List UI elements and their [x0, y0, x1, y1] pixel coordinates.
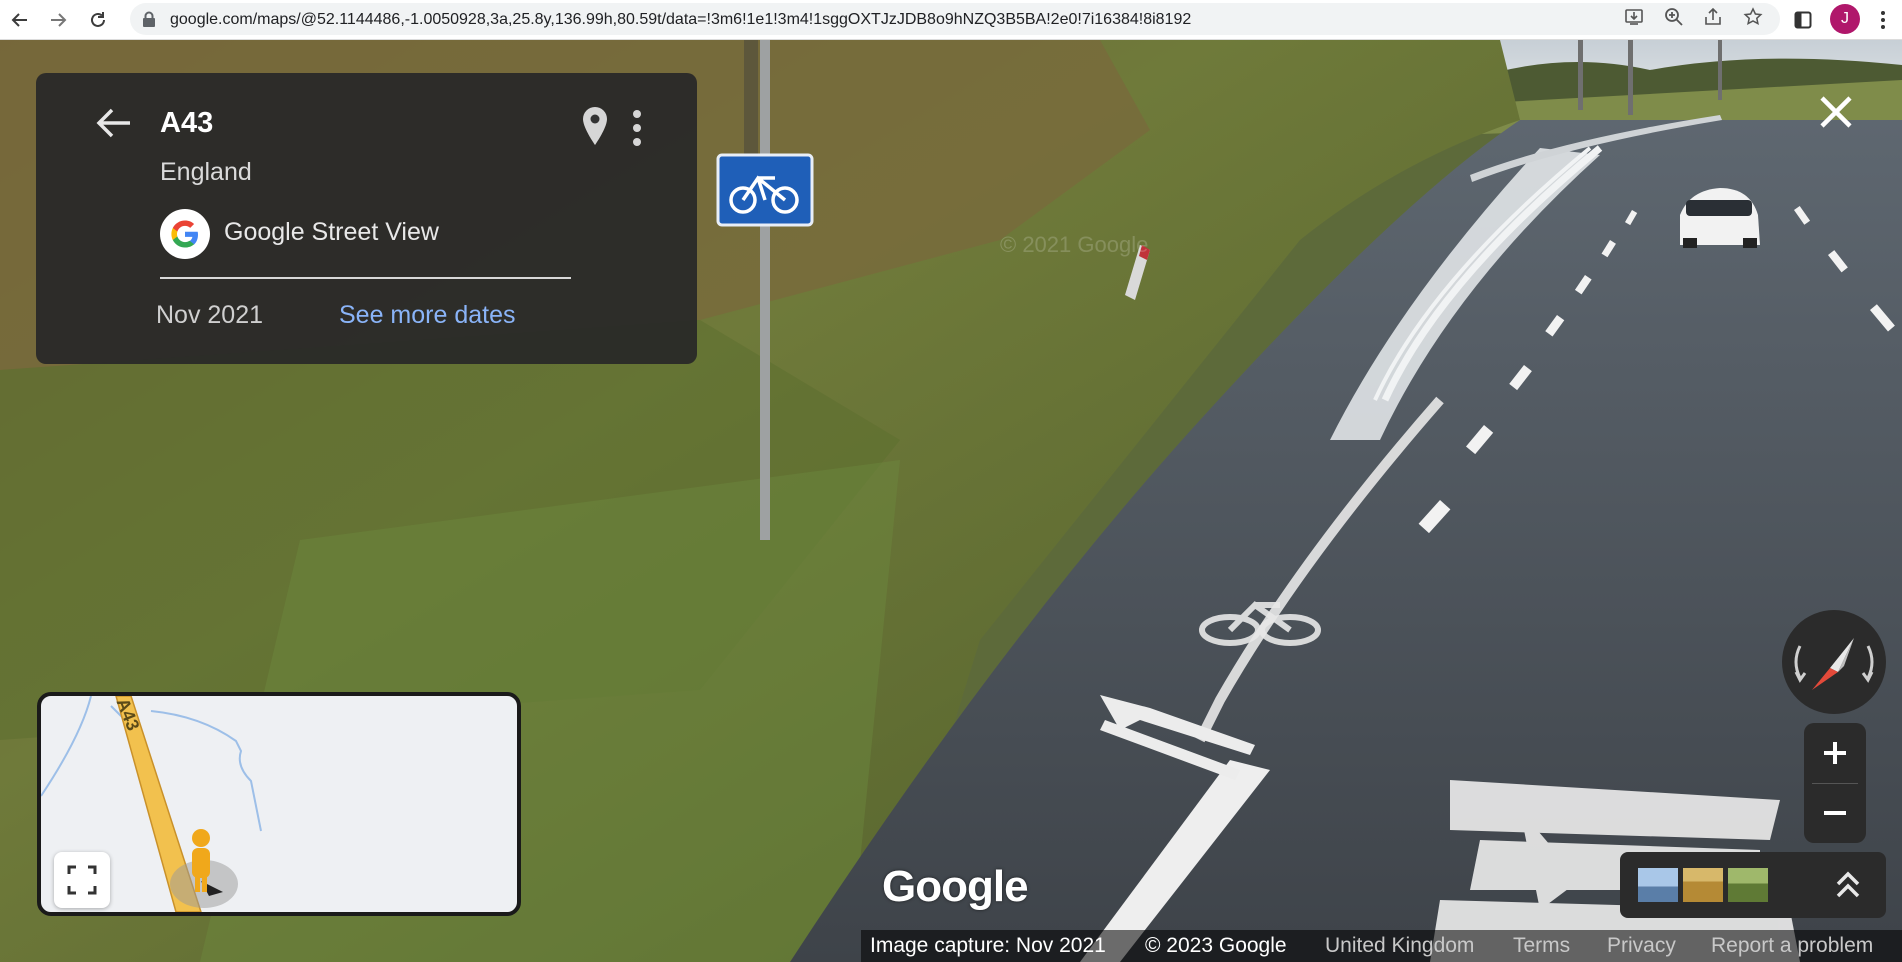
side-panel-icon[interactable] [1790, 7, 1816, 33]
browser-toolbar: google.com/maps/@52.1144486,-1.0050928,3… [0, 0, 1902, 40]
image-source: Google Street View [224, 218, 439, 246]
google-g-icon [160, 209, 210, 259]
close-icon[interactable] [1816, 92, 1856, 132]
zoom-out-button[interactable] [1804, 783, 1866, 843]
zoom-control [1804, 723, 1866, 843]
google-watermark: Google [882, 862, 1029, 911]
back-arrow-icon[interactable] [94, 103, 134, 143]
card-divider [160, 277, 571, 279]
expand-map-button[interactable] [54, 852, 110, 908]
more-vert-icon[interactable] [1870, 7, 1896, 33]
svg-text:© 2021 Google: © 2021 Google [1000, 232, 1148, 257]
plus-icon [1824, 742, 1846, 764]
forward-icon[interactable] [44, 6, 72, 34]
profile-avatar[interactable]: J [1830, 4, 1860, 34]
location-pin-icon[interactable] [581, 106, 609, 146]
info-card: A43 England Google Street View Nov 2021 … [36, 73, 697, 364]
minus-icon [1824, 811, 1846, 815]
back-icon[interactable] [6, 6, 34, 34]
copyright: © 2023 Google [1145, 934, 1287, 957]
country-link[interactable]: United Kingdom [1325, 934, 1474, 958]
compass-needle-icon [1794, 638, 1874, 690]
capture-date: Nov 2021 [156, 301, 264, 329]
mini-map[interactable]: A43 [37, 692, 521, 916]
see-more-dates-link[interactable]: See more dates [339, 301, 516, 330]
image-capture-date: Image capture: Nov 2021 [870, 934, 1106, 957]
mini-map-canvas [41, 696, 262, 912]
fullscreen-icon [67, 865, 97, 895]
privacy-link[interactable]: Privacy [1607, 934, 1676, 958]
terms-link[interactable]: Terms [1513, 934, 1570, 958]
more-options-icon[interactable] [630, 109, 644, 147]
photo-strip [1620, 852, 1886, 918]
zoom-icon[interactable] [1664, 7, 1684, 27]
url-text[interactable]: google.com/maps/@52.1144486,-1.0050928,3… [170, 11, 1191, 29]
report-problem-link[interactable]: Report a problem [1711, 934, 1873, 958]
place-region: England [160, 158, 252, 186]
place-title: A43 [160, 107, 214, 139]
chevron-up-icon[interactable] [1830, 866, 1866, 904]
photo-thumbnail[interactable] [1728, 868, 1768, 902]
install-icon[interactable] [1624, 7, 1644, 27]
photo-thumbnail[interactable] [1683, 868, 1723, 902]
share-icon[interactable] [1703, 7, 1723, 27]
address-bar[interactable]: google.com/maps/@52.1144486,-1.0050928,3… [130, 3, 1780, 35]
zoom-in-button[interactable] [1804, 723, 1866, 783]
reload-icon[interactable] [84, 6, 112, 34]
photo-thumbnail[interactable] [1638, 868, 1678, 902]
lock-icon[interactable] [142, 11, 156, 32]
bookmark-star-icon[interactable] [1743, 7, 1763, 27]
compass[interactable] [1782, 610, 1886, 714]
footer-bar: Image capture: Nov 2021 © 2023 Google Un… [861, 930, 1902, 962]
